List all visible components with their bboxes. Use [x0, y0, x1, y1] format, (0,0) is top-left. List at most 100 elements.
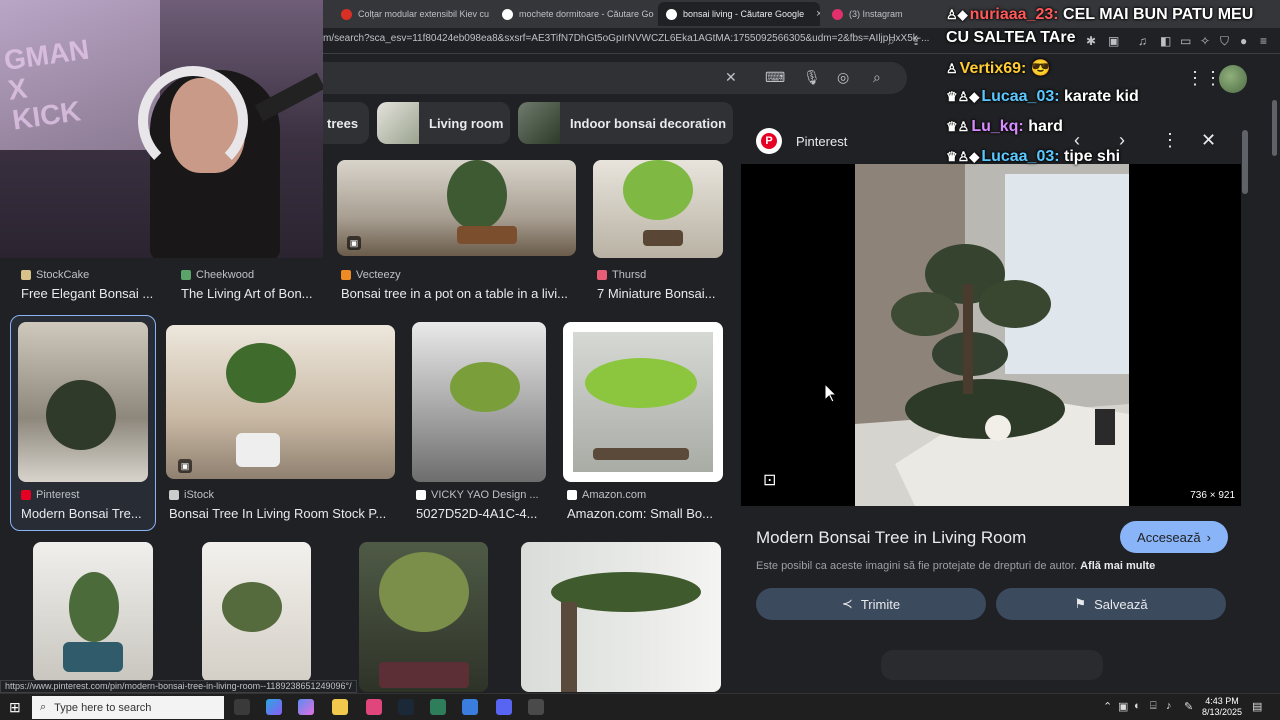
result-source[interactable]: Thursd: [597, 269, 646, 281]
stockcake-icon: [21, 270, 31, 280]
result-source[interactable]: Cheekwood: [181, 269, 254, 281]
copilot-icon[interactable]: [266, 699, 282, 715]
save-button[interactable]: ⚑ Salvează: [996, 588, 1226, 620]
desktop: Colțar modular extensibil Kiev cu lad...…: [0, 0, 1280, 720]
search-icon[interactable]: ⌕: [873, 69, 881, 86]
app-icon[interactable]: [298, 699, 314, 715]
preview-image[interactable]: [855, 164, 1129, 506]
istock-icon: [169, 490, 179, 500]
bookmark-icon: ⚑: [1074, 596, 1087, 611]
zoom-icon[interactable]: ⌕: [888, 34, 895, 49]
pen-icon[interactable]: ✎: [1184, 700, 1193, 713]
chat-username: Vertix69:: [959, 60, 1027, 77]
result-image-istock[interactable]: ▣: [166, 325, 395, 479]
chip-indoor-bonsai-decoration[interactable]: Indoor bonsai decoration: [518, 102, 733, 144]
taskbar-search[interactable]: ⌕ Type here to search: [32, 696, 224, 719]
result-image-vicky-yao[interactable]: [412, 322, 546, 482]
chip-living-room[interactable]: Living room: [377, 102, 510, 144]
result-source[interactable]: VICKY YAO Design ...: [416, 489, 539, 501]
result-title[interactable]: Bonsai tree in a pot on a table in a liv…: [341, 286, 576, 301]
result-title[interactable]: 5027D52D-4A1C-4...: [416, 506, 546, 521]
result-title[interactable]: Amazon.com: Small Bo...: [567, 506, 723, 521]
tab-mochete[interactable]: mochete dormitoare - Căutare Google: [494, 2, 654, 26]
app-icon[interactable]: [528, 699, 544, 715]
share-icon: ≺: [841, 596, 853, 611]
app-icon[interactable]: [462, 699, 478, 715]
discord-icon[interactable]: [496, 699, 512, 715]
result-title[interactable]: The Living Art of Bon...: [181, 286, 321, 301]
result-title[interactable]: Bonsai Tree In Living Room Stock P...: [169, 506, 395, 521]
chip-thumbnail: [377, 102, 419, 144]
chip-trees[interactable]: trees: [323, 102, 369, 144]
url-text[interactable]: m/search?sca_esv=11f80424eb098ea8&sxsrf=…: [323, 33, 929, 44]
amazon-icon: [567, 490, 577, 500]
result-source[interactable]: Pinterest: [21, 489, 79, 501]
result-source[interactable]: Vecteezy: [341, 269, 401, 281]
google-search-box[interactable]: ✕ ⌨ 🎙 ◎ ⌕: [323, 62, 907, 94]
result-image-vecteezy[interactable]: ▣: [337, 160, 576, 256]
share-button[interactable]: ≺ Trimite: [756, 588, 986, 620]
chat-text: karate kid: [1064, 88, 1139, 105]
voice-search-icon[interactable]: 🎙: [803, 69, 821, 86]
lens-search-icon[interactable]: ◎: [837, 69, 849, 86]
result-image-pinterest[interactable]: [18, 322, 148, 482]
instagram-icon: [832, 8, 843, 20]
chat-username: Lu_kq:: [971, 118, 1024, 135]
file-explorer-icon[interactable]: [332, 699, 348, 715]
tab-coltar[interactable]: Colțar modular extensibil Kiev cu lad...: [333, 2, 489, 26]
result-title[interactable]: Modern Bonsai Tre...: [21, 506, 147, 521]
tray-chevron-icon[interactable]: ⌃: [1103, 700, 1112, 713]
tray-app-icon[interactable]: ◐: [1134, 700, 1141, 712]
tray-app-icon[interactable]: ▣: [1118, 700, 1128, 713]
steam-icon[interactable]: [398, 699, 414, 715]
chat-message: CU SALTEA TAre: [946, 29, 1075, 47]
learn-more-link[interactable]: Află mai multe: [1080, 560, 1155, 572]
link-status-bar: https://www.pinterest.com/pin/modern-bon…: [0, 680, 357, 693]
terminal-icon[interactable]: [430, 699, 446, 715]
result-image[interactable]: [359, 542, 488, 692]
result-image[interactable]: [33, 542, 153, 682]
headphones-icon: [138, 66, 248, 176]
result-image[interactable]: [202, 542, 311, 682]
mouse-cursor-icon: [825, 384, 837, 402]
chat-username: Lucaa_03:: [981, 148, 1060, 165]
result-image-thursd[interactable]: [593, 160, 723, 258]
vecteezy-icon: [341, 270, 351, 280]
result-title[interactable]: 7 Miniature Bonsai...: [597, 286, 727, 301]
chat-message: ♙ Vertix69: 😎: [946, 58, 1051, 78]
result-source[interactable]: iStock: [169, 489, 214, 501]
result-source[interactable]: StockCake: [21, 269, 89, 281]
system-clock[interactable]: 4:43 PM 8/13/2025: [1202, 696, 1242, 718]
result-image[interactable]: [521, 542, 721, 692]
loading-placeholder: [881, 650, 1103, 680]
windows-start-icon[interactable]: ⊞: [9, 699, 21, 716]
tab-close-icon[interactable]: ×: [816, 8, 820, 20]
clear-search-icon[interactable]: ✕: [725, 69, 737, 86]
network-icon[interactable]: ⌸: [1150, 700, 1157, 713]
visit-button[interactable]: Accesează ›: [1120, 521, 1228, 553]
chat-message: ♛♙◆ Lucaa_03: tipe shi: [946, 148, 1120, 166]
stream-chat-overlay: ♙◆ nuriaaa_23: CEL MAI BUN PATU MEU CU SA…: [946, 4, 1280, 169]
lens-search-image-icon[interactable]: ⊡: [763, 470, 776, 490]
result-image-amazon[interactable]: [563, 322, 723, 482]
result-source[interactable]: Amazon.com: [567, 489, 646, 501]
video-icon: ▣: [178, 459, 192, 473]
keyboard-icon[interactable]: ⌨: [765, 69, 785, 86]
image-viewer[interactable]: ⊡ 736 × 921: [741, 164, 1241, 506]
google-icon: [502, 8, 513, 20]
tab-bonsai-living[interactable]: bonsai living - Căutare Google ×: [658, 2, 820, 26]
chat-emote: 😎: [1030, 60, 1051, 77]
tab-favicon-icon: [341, 8, 352, 20]
preview-title[interactable]: Modern Bonsai Tree in Living Room: [756, 528, 1026, 548]
tab-instagram[interactable]: (3) Instagram: [824, 2, 934, 26]
share-page-icon[interactable]: ⇪: [911, 34, 921, 48]
browser-icon[interactable]: [366, 699, 382, 715]
chat-text: tipe shi: [1064, 148, 1121, 165]
chat-badges: ♙: [946, 61, 958, 76]
preview-source[interactable]: P Pinterest: [756, 128, 847, 154]
task-view-icon[interactable]: [234, 699, 250, 715]
notifications-icon[interactable]: ▤: [1252, 700, 1262, 713]
vicky-yao-icon: [416, 490, 426, 500]
result-title[interactable]: Free Elegant Bonsai ...: [21, 286, 161, 301]
volume-icon[interactable]: ♪: [1166, 700, 1172, 712]
